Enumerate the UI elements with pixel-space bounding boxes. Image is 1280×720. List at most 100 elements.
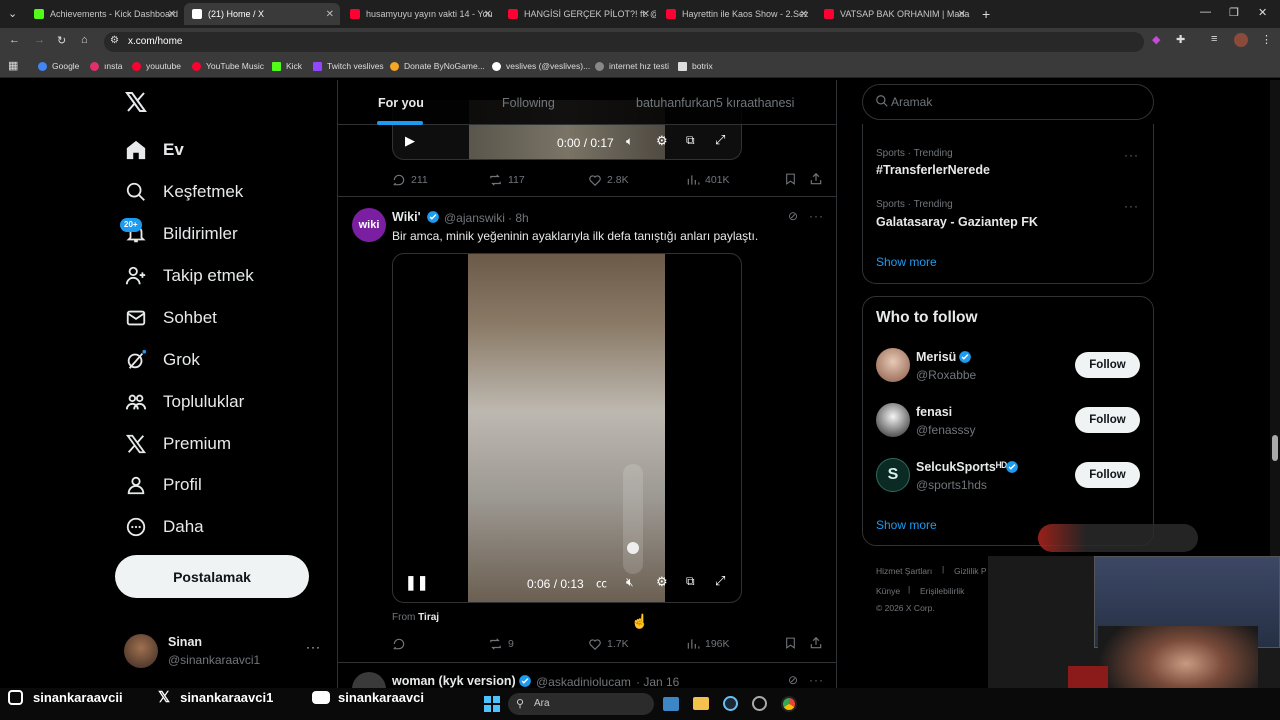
follow-button[interactable]: Follow: [1075, 407, 1140, 433]
post-time[interactable]: · 8h: [508, 211, 529, 225]
footer-link[interactable]: Erişilebilirlik: [920, 586, 964, 596]
avatar[interactable]: S: [876, 458, 910, 492]
pip-icon[interactable]: ⧉: [686, 133, 695, 148]
trend-item[interactable]: Galatasaray - Gaziantep FK: [876, 215, 1038, 229]
post-author-name[interactable]: Wiki': [392, 210, 421, 224]
repost-count[interactable]: 9: [488, 637, 514, 651]
close-tab-icon[interactable]: ✕: [642, 9, 650, 20]
follow-button[interactable]: Follow: [1075, 462, 1140, 488]
bookmark-item[interactable]: veslives (@veslives)...: [492, 61, 590, 71]
reply-count[interactable]: [392, 637, 411, 651]
steam-icon[interactable]: [723, 696, 738, 711]
scrollbar-thumb[interactable]: [1272, 435, 1278, 461]
avatar[interactable]: [876, 403, 910, 437]
bookmark-icon[interactable]: [784, 636, 797, 655]
trend-menu-icon[interactable]: ···: [1124, 148, 1139, 162]
post-menu-icon[interactable]: ···: [809, 673, 824, 687]
close-tab-icon[interactable]: ✕: [484, 9, 492, 20]
view-count[interactable]: 196K: [686, 637, 730, 651]
tab-community[interactable]: batuhanfurkan5 kıraathanesi: [636, 96, 794, 110]
sidebar-item-profile[interactable]: Profil: [124, 473, 202, 497]
account-switcher[interactable]: Sinan @sinankaraavci1 ···: [124, 632, 320, 672]
sidebar-item-explore[interactable]: Keşfetmek: [124, 180, 243, 204]
mute-icon[interactable]: 🔇︎: [626, 575, 634, 590]
sidebar-item-communities[interactable]: Topluluklar: [124, 390, 244, 414]
fullscreen-icon[interactable]: ⤢: [715, 573, 725, 589]
post-video[interactable]: ❚❚ 0:06 / 0:13 ㏄ 🔇︎ ⚙ ⧉ ⤢: [392, 253, 742, 603]
tab-for-you[interactable]: For you: [378, 96, 424, 110]
bookmark-item[interactable]: ınsta: [90, 61, 122, 71]
post-author-handle[interactable]: @ajanswiki: [444, 211, 505, 225]
sidebar-item-grok[interactable]: Grok: [124, 348, 200, 372]
like-count[interactable]: 2.8K: [588, 173, 629, 187]
trend-item[interactable]: #TransferlerNerede: [876, 163, 990, 177]
browser-tab[interactable]: HANGİSİ GERÇEK PİLOT?! ft. @ ✕: [500, 3, 656, 25]
post-time[interactable]: · Jan 16: [636, 675, 679, 688]
minimize-icon[interactable]: —: [1200, 6, 1211, 18]
view-count[interactable]: 401K: [686, 173, 730, 187]
suggestion-name[interactable]: Merisü: [916, 350, 956, 364]
bookmark-item[interactable]: Donate ByNoGame...: [390, 61, 485, 71]
from-source-link[interactable]: Tiraj: [418, 612, 439, 623]
folder-icon[interactable]: [693, 697, 709, 710]
site-info-icon[interactable]: ⚙: [110, 35, 119, 46]
forward-icon[interactable]: →: [34, 34, 45, 46]
x-logo-icon[interactable]: [124, 90, 148, 119]
grok-explain-icon[interactable]: ⊘: [788, 209, 798, 223]
extensions-puzzle-icon[interactable]: ✚: [1176, 33, 1185, 46]
browser-tab[interactable]: Achievements - Kick Dashboard ✕: [26, 3, 182, 25]
bookmark-item[interactable]: Google: [38, 61, 79, 71]
search-box[interactable]: Aramak: [862, 84, 1154, 120]
bookmark-item[interactable]: youutube: [132, 61, 181, 71]
bookmark-item[interactable]: Kick: [272, 61, 302, 71]
bookmark-item[interactable]: YouTube Music: [192, 61, 264, 71]
grok-explain-icon[interactable]: ⊘: [788, 673, 798, 687]
post-avatar[interactable]: [352, 672, 386, 688]
media-icon[interactable]: ≡: [1211, 33, 1217, 45]
close-tab-icon[interactable]: ✕: [168, 9, 176, 20]
sidebar-item-home[interactable]: Ev: [124, 138, 184, 162]
post-avatar[interactable]: wiki: [352, 208, 386, 242]
show-more-link[interactable]: Show more: [876, 255, 937, 269]
show-more-link[interactable]: Show more: [876, 518, 937, 532]
sidebar-item-premium[interactable]: Premium: [124, 432, 231, 456]
footer-link[interactable]: Künye: [876, 586, 900, 596]
back-icon[interactable]: ←: [9, 34, 20, 46]
profile-avatar-icon[interactable]: [1234, 33, 1248, 47]
volume-slider[interactable]: [623, 464, 643, 574]
avatar[interactable]: [876, 348, 910, 382]
restore-icon[interactable]: ❐: [1229, 6, 1239, 19]
play-icon[interactable]: ▶: [405, 133, 415, 149]
post-menu-icon[interactable]: ···: [809, 209, 824, 223]
browser-tab[interactable]: husamyuyu yayın vakti 14 - You ✕: [342, 3, 498, 25]
url-field[interactable]: x.com/home: [104, 32, 1144, 52]
post-author-handle[interactable]: @askadiniolucam: [536, 675, 631, 688]
suggestion-name[interactable]: fenasi: [916, 405, 952, 419]
new-tab-icon[interactable]: +: [982, 6, 990, 22]
close-tab-icon[interactable]: ✕: [800, 9, 808, 20]
suggestion-name[interactable]: SelcukSportsᴴᴰ: [916, 460, 1007, 474]
menu-icon[interactable]: ⋮: [1261, 33, 1272, 46]
trend-menu-icon[interactable]: ···: [1124, 199, 1139, 213]
sidebar-item-more[interactable]: Daha: [124, 515, 204, 539]
account-menu-icon[interactable]: ···: [306, 640, 321, 654]
taskbar-app-icon[interactable]: [752, 696, 767, 711]
bookmark-icon[interactable]: [784, 172, 797, 191]
bookmark-item[interactable]: botrix: [678, 61, 713, 71]
repost-count[interactable]: 117: [488, 173, 525, 187]
browser-tab[interactable]: Hayrettin ile Kaos Show - 2.Sez ✕: [658, 3, 814, 25]
footer-link[interactable]: Hizmet Şartları: [876, 566, 932, 576]
post-author-name[interactable]: woman (kyk version): [392, 674, 516, 688]
taskbar-search[interactable]: Ara: [508, 693, 654, 715]
post-button[interactable]: Postalamak: [115, 555, 309, 598]
tab-following[interactable]: Following: [502, 96, 555, 110]
share-icon[interactable]: [809, 636, 823, 655]
chrome-icon[interactable]: [781, 696, 797, 712]
sidebar-item-follow[interactable]: Takip etmek: [124, 264, 254, 288]
bookmark-item[interactable]: Twitch veslives: [313, 61, 384, 71]
close-tab-icon[interactable]: ✕: [958, 9, 966, 20]
pip-icon[interactable]: ⧉: [686, 574, 695, 589]
volume-icon[interactable]: 🔈︎: [626, 134, 633, 149]
taskbar-app-icon[interactable]: [663, 697, 679, 711]
volume-slider-knob[interactable]: [627, 542, 639, 554]
